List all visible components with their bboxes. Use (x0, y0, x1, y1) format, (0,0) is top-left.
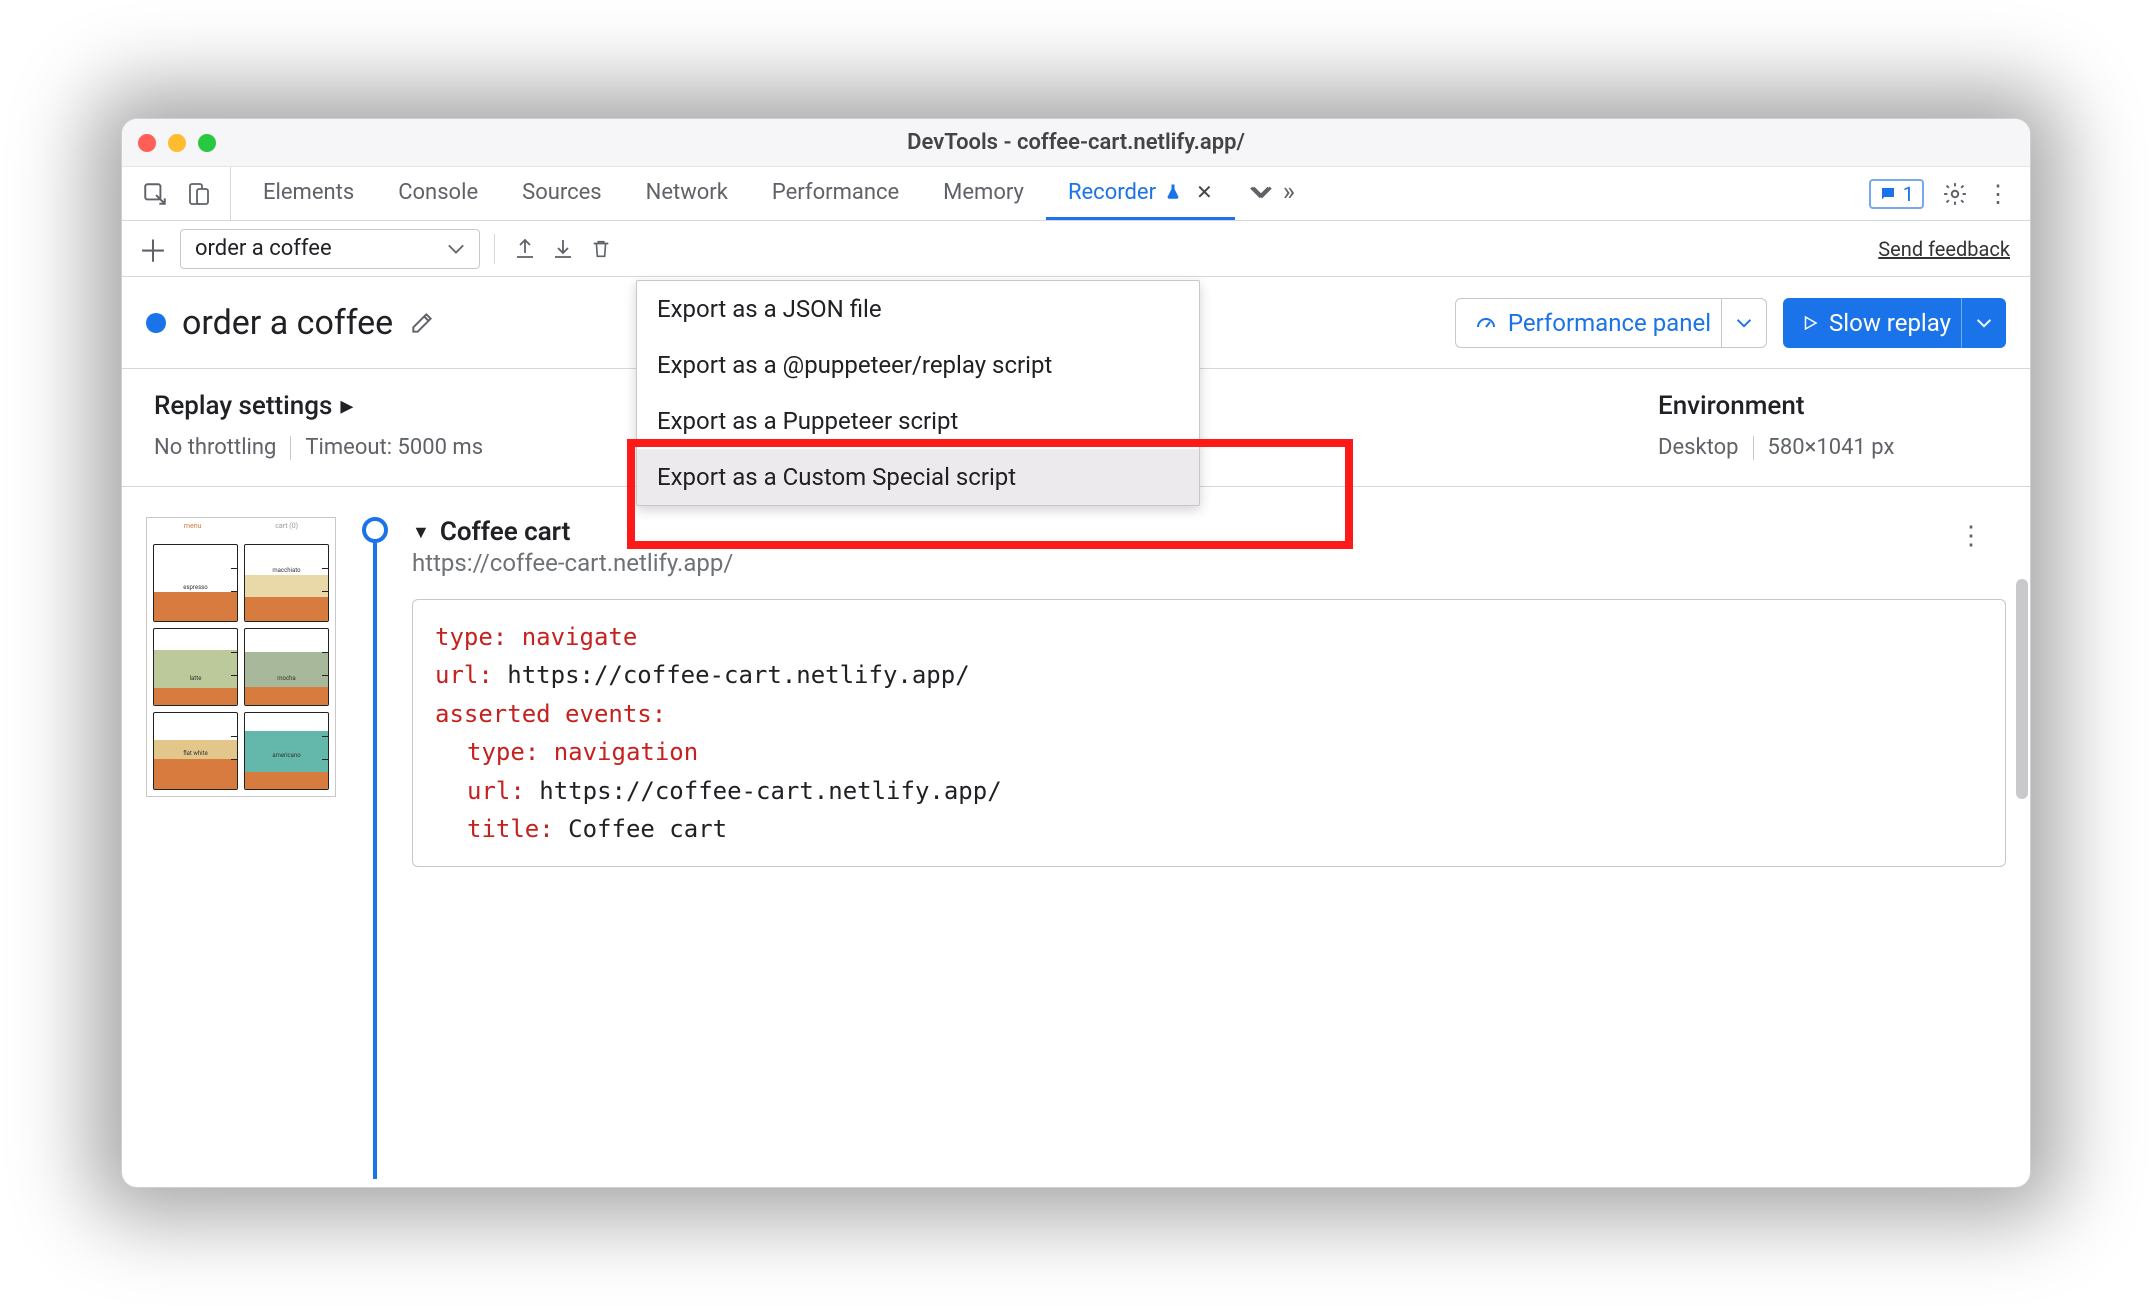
export-menu: Export as a JSON file Export as a @puppe… (636, 280, 1200, 506)
record-status-dot (146, 313, 166, 333)
window-zoom-button[interactable] (198, 134, 216, 152)
environment-dimensions: 580×1041 px (1768, 435, 1895, 460)
issues-count: 1 (1903, 182, 1914, 206)
tab-console[interactable]: Console (376, 167, 500, 220)
step: ▼ Coffee cart https://coffee-cart.netlif… (392, 517, 2006, 1179)
recording-title: order a coffee (182, 303, 393, 343)
delete-button[interactable] (585, 236, 617, 262)
new-recording-button[interactable]: ＋ (132, 227, 174, 271)
export-menu-item-puppeteer-replay[interactable]: Export as a @puppeteer/replay script (637, 337, 1199, 393)
more-tabs-button[interactable]: » (1235, 167, 1309, 220)
timeline-rail (360, 517, 392, 1179)
performance-panel-button[interactable]: Performance panel (1455, 298, 1767, 348)
slow-replay-button[interactable]: Slow replay (1783, 298, 2006, 348)
inspect-element-icon[interactable] (142, 181, 168, 207)
tab-elements[interactable]: Elements (241, 167, 376, 220)
traffic-lights (138, 134, 216, 152)
timeout-value: Timeout: 5000 ms (305, 435, 483, 460)
titlebar: DevTools - coffee-cart.netlify.app/ (122, 119, 2030, 167)
tab-memory[interactable]: Memory (921, 167, 1046, 220)
tab-label: Sources (522, 180, 602, 205)
separator (494, 234, 495, 264)
devtools-window: DevTools - coffee-cart.netlify.app/ Elem… (121, 118, 2031, 1188)
timeline: menucart (0) espresso macchiato latte mo… (122, 487, 2030, 1179)
separator (290, 436, 291, 460)
step-url: https://coffee-cart.netlify.app/ (412, 549, 2006, 577)
vertical-scrollbar[interactable] (2016, 579, 2028, 799)
export-menu-item-puppeteer[interactable]: Export as a Puppeteer script (637, 393, 1199, 449)
tab-performance[interactable]: Performance (750, 167, 921, 220)
separator (1753, 436, 1754, 460)
devtools-tabs-row: Elements Console Sources Network Perform… (122, 167, 2030, 221)
replay-settings-label: Replay settings (154, 391, 332, 421)
chevron-down-icon (447, 243, 465, 255)
performance-panel-label: Performance panel (1508, 309, 1711, 337)
slow-replay-label: Slow replay (1829, 309, 1951, 337)
throttling-value: No throttling (154, 435, 276, 460)
screenshot-thumbnail[interactable]: menucart (0) espresso macchiato latte mo… (146, 517, 336, 1179)
flask-icon (1164, 182, 1182, 202)
recording-select-value: order a coffee (195, 236, 332, 261)
export-menu-item-json[interactable]: Export as a JSON file (637, 281, 1199, 337)
tab-sources[interactable]: Sources (500, 167, 624, 220)
send-feedback-link[interactable]: Send feedback (1878, 237, 2010, 261)
gauge-icon (1474, 311, 1498, 335)
devtools-tabs: Elements Console Sources Network Perform… (231, 167, 1849, 220)
window-minimize-button[interactable] (168, 134, 186, 152)
tab-label: Network (646, 180, 728, 205)
play-icon (1801, 314, 1819, 332)
kebab-menu-icon[interactable]: ⋮ (1986, 180, 2010, 208)
timeline-node[interactable] (362, 517, 388, 543)
device-toolbar-icon[interactable] (186, 181, 210, 207)
edit-icon[interactable] (409, 310, 435, 336)
step-code: type: navigate url: https://coffee-cart.… (412, 599, 2006, 867)
caret-right-icon: ▸ (340, 391, 353, 421)
tab-label: Elements (263, 180, 354, 205)
issues-button[interactable]: 1 (1869, 179, 1924, 209)
window-title: DevTools - coffee-cart.netlify.app/ (122, 130, 2030, 155)
recorder-toolbar: ＋ order a coffee Send feedback (122, 221, 2030, 277)
window-close-button[interactable] (138, 134, 156, 152)
tab-label: Performance (772, 180, 899, 205)
step-header[interactable]: ▼ Coffee cart (412, 517, 2006, 547)
import-button[interactable] (547, 236, 579, 262)
environment-heading: Environment (1658, 391, 1998, 421)
performance-panel-caret[interactable] (1721, 299, 1766, 347)
step-title: Coffee cart (440, 517, 571, 547)
step-more-icon[interactable]: ⋮ (1958, 521, 1986, 551)
tab-network[interactable]: Network (624, 167, 750, 220)
export-button[interactable] (509, 236, 541, 262)
timeline-line (373, 543, 377, 1179)
recording-select[interactable]: order a coffee (180, 229, 480, 269)
close-icon[interactable]: ✕ (1196, 180, 1213, 204)
environment-device: Desktop (1658, 435, 1739, 460)
slow-replay-caret[interactable] (1961, 298, 2006, 348)
settings-icon[interactable] (1942, 181, 1968, 207)
collapse-icon: ▼ (412, 522, 430, 543)
tab-label: Memory (943, 180, 1024, 205)
tab-label: Console (398, 180, 478, 205)
export-menu-item-custom[interactable]: Export as a Custom Special script (637, 449, 1199, 505)
tab-label: Recorder (1068, 180, 1156, 205)
tab-recorder[interactable]: Recorder ✕ (1046, 167, 1235, 220)
